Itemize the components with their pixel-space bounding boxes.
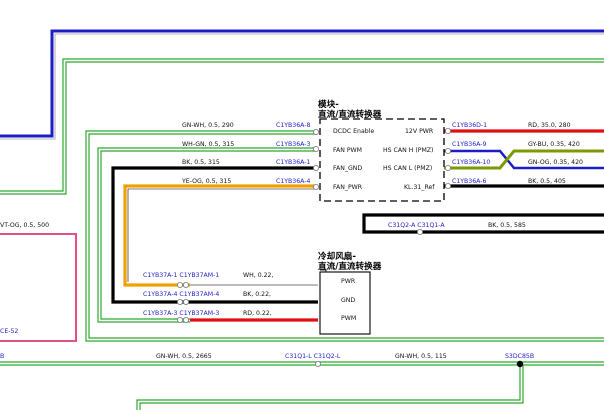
conn-label-b2: S3DC85B bbox=[505, 353, 534, 360]
wire-ye-og-4-edge bbox=[127, 188, 316, 282]
pin-dot-f1a bbox=[176, 281, 183, 288]
wire-label-w1: GN-WH, 0.5, 290 bbox=[182, 122, 234, 129]
conn-label-mid: C31Q2-A C31Q1-A bbox=[388, 222, 445, 229]
conn-label-left-b: B bbox=[0, 353, 4, 360]
wire-label-r2: GY-BU, 0.35, 420 bbox=[528, 141, 580, 148]
fan-title-2: 直流/直流转换器 bbox=[318, 260, 382, 272]
pin-dot-c2 bbox=[312, 145, 319, 152]
conn-label-f3: C1YB37A-3 C1YB37AM-3 bbox=[143, 310, 219, 317]
wire-ye-og-4 bbox=[123, 184, 316, 287]
conn-label-r2: C1YB36A-9 bbox=[452, 141, 486, 148]
wire-bk-3 bbox=[111, 166, 316, 304]
pin-dot-r3 bbox=[444, 164, 451, 171]
pin-dot-f3b bbox=[182, 316, 189, 323]
fan-pin-pwm: PWM bbox=[341, 315, 356, 322]
pin-dot-b1 bbox=[314, 360, 321, 367]
pin-dot-f2b bbox=[182, 298, 189, 305]
wire-label-w3: BK, 0.5, 315 bbox=[182, 159, 220, 166]
wire-bottom-drop-2 bbox=[139, 365, 524, 410]
conn-label-f2: C1YB37A-4 C1YB37AM-4 bbox=[143, 291, 219, 298]
conn-label-c3: C1YB36A-1 bbox=[276, 159, 310, 166]
wire-label-b2: GN-WH, 0.5, 115 bbox=[395, 353, 447, 360]
pin-dot-c4 bbox=[312, 183, 319, 190]
pin-dot-r2 bbox=[444, 147, 451, 154]
dcdc-pin-left-1: DCDC Enable bbox=[333, 128, 374, 135]
wire-label-r3: GN-OG, 0.35, 420 bbox=[528, 159, 583, 166]
fan-title-1: 冷却风扇- bbox=[318, 250, 356, 262]
fan-pin-gnd: GND bbox=[341, 297, 355, 304]
pin-dot-c3 bbox=[312, 164, 319, 171]
wire-label-r4: BK, 0.5, 405 bbox=[528, 178, 566, 185]
conn-label-r4: C1YB36A-6 bbox=[452, 178, 486, 185]
pin-dot-c1 bbox=[312, 128, 319, 135]
pin-dot-mid bbox=[416, 228, 423, 235]
conn-label-c2: C1YB36A-3 bbox=[276, 141, 310, 148]
conn-label-left-e: CE-52 bbox=[0, 328, 18, 335]
pin-dot-f3a bbox=[176, 316, 183, 323]
wire-label-w4: YE-OG, 0.5, 315 bbox=[181, 178, 231, 185]
pin-dot-f1b bbox=[182, 281, 189, 288]
dcdc-title-2: 直流/直流转换器 bbox=[318, 108, 382, 120]
splice-dot bbox=[516, 360, 524, 368]
pink-component-outline bbox=[0, 233, 77, 342]
dcdc-pin-left-3: FAN_GND bbox=[333, 165, 362, 172]
wire-label-w2: WH-GN, 0.5, 315 bbox=[182, 141, 234, 148]
pin-dot-r4 bbox=[444, 182, 451, 189]
wire-label-r1: RD, 35.0, 280 bbox=[528, 122, 571, 129]
conn-label-c4: C1YB36A-4 bbox=[276, 178, 310, 185]
dcdc-pin-right-4: KL.31_Ref bbox=[404, 184, 435, 191]
pin-dot-f2a bbox=[176, 298, 183, 305]
conn-label-b1: C31Q1-L C31Q2-L bbox=[285, 353, 341, 360]
conn-label-f1: C1YB37A-1 C1YB37AM-1 bbox=[143, 272, 219, 279]
dcdc-pin-right-1: 12V PWR bbox=[405, 128, 434, 135]
wiring-diagram: 模块- 直流/直流转换器 DCDC Enable FAN PWM FAN_GND… bbox=[0, 29, 604, 410]
wire-label-b1: GN-WH, 0.5, 2665 bbox=[156, 353, 212, 360]
wire-label-f3: RD, 0.22, bbox=[243, 310, 272, 317]
conn-label-r3: C1YB36A-10 bbox=[452, 159, 490, 166]
conn-label-r1: C1YB36D-1 bbox=[452, 122, 487, 129]
wire-label-f1: WH, 0.22, bbox=[243, 272, 273, 279]
wire-label-mid: BK, 0.5, 585 bbox=[488, 222, 526, 229]
pin-dot-r1 bbox=[444, 127, 451, 134]
dcdc-pin-right-2: HS CAN H (PMZ) bbox=[383, 147, 433, 154]
dcdc-pin-right-3: HS CAN L (PMZ) bbox=[383, 165, 432, 172]
dcdc-pin-left-4: FAN_PWR bbox=[333, 184, 363, 191]
blue-wire-top bbox=[0, 29, 604, 138]
wire-label-f2: BK, 0.22, bbox=[243, 291, 271, 298]
dcdc-pin-left-2: FAN PWM bbox=[333, 147, 362, 154]
wire-label-vt: VT-OG, 0.5, 500 bbox=[0, 222, 49, 229]
dcdc-title-1: 模块- bbox=[318, 98, 339, 110]
conn-label-c1: C1YB36A-8 bbox=[276, 122, 310, 129]
fan-pin-pwr: PWR bbox=[341, 278, 356, 285]
